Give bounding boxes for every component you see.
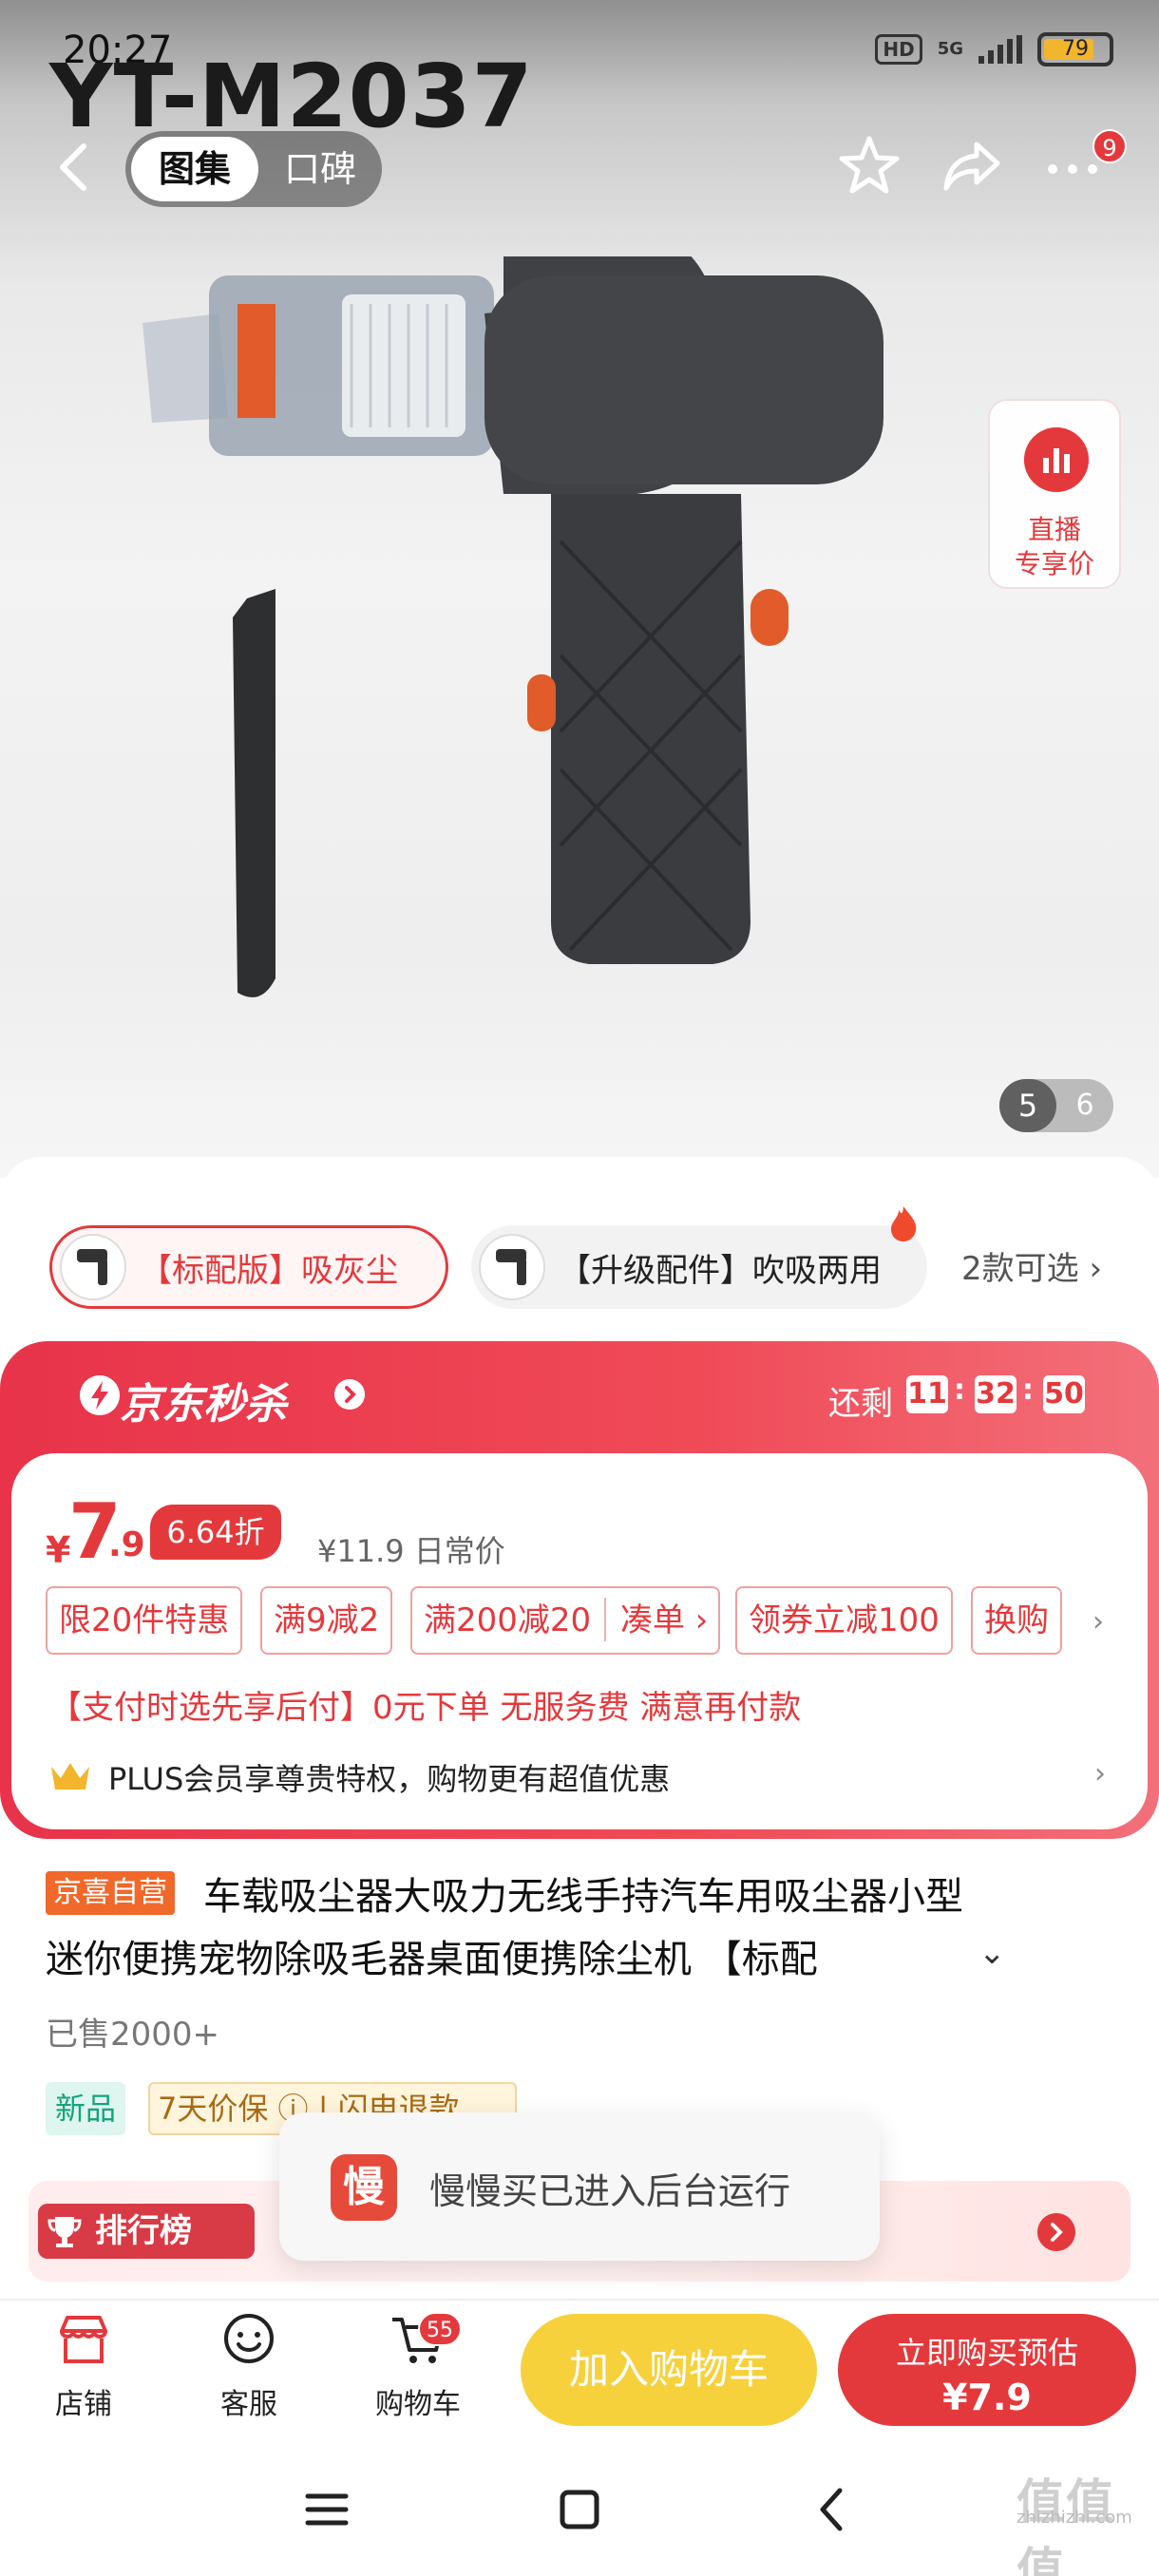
- product-image: [142, 256, 884, 997]
- chat-smile-icon: [224, 2314, 274, 2363]
- price-currency: ¥: [46, 1529, 71, 1571]
- promo-coudan-link[interactable]: 凑单 ›: [620, 1601, 708, 1639]
- battery-icon: 79: [1037, 32, 1113, 66]
- plus-member-text[interactable]: PLUS会员享尊贵特权，购物更有超值优惠: [108, 1755, 670, 1799]
- exclusive-price-label: 专享价: [1014, 548, 1094, 579]
- crown-icon: [51, 1763, 89, 1790]
- promo-more-chevron[interactable]: ›: [1092, 1605, 1104, 1638]
- live-label: 直播: [1027, 514, 1081, 545]
- app-logo-icon: 慢: [331, 2154, 397, 2221]
- promo-coupon-100[interactable]: 领券立减100: [735, 1586, 953, 1655]
- variant-upgrade[interactable]: 【升级配件】吹吸两用: [471, 1225, 927, 1309]
- plus-chevron[interactable]: ›: [1094, 1757, 1106, 1790]
- variant-label: 【标配版】吸灰尘: [140, 1251, 398, 1290]
- service-label: 客服: [220, 2388, 277, 2421]
- favorite-star-icon[interactable]: [836, 133, 902, 199]
- shop-icon: [60, 2316, 107, 2363]
- shop-label: 店铺: [55, 2388, 112, 2421]
- chevron-right-icon[interactable]: [334, 1379, 365, 1410]
- tab-gallery[interactable]: 图集: [131, 137, 258, 201]
- toast-message: 慢慢买已进入后台运行: [429, 2170, 791, 2212]
- promo-trade-in[interactable]: 换购: [971, 1586, 1062, 1655]
- expand-title-icon[interactable]: ⌄: [978, 1934, 1006, 1972]
- buy-now-button[interactable]: 立即购买预估 ¥7.9: [838, 2314, 1136, 2426]
- discount-badge: 6.64折: [150, 1505, 281, 1560]
- cart-count-badge: 55: [418, 2312, 462, 2346]
- countdown-colon: :: [1022, 1373, 1034, 1407]
- self-operated-tag: 京喜自营: [46, 1871, 175, 1915]
- pager-total: 6: [1075, 1089, 1094, 1122]
- battery-level: 79: [1062, 37, 1089, 61]
- add-to-cart-button[interactable]: 加入购物车: [521, 2314, 817, 2426]
- signal-icon: [978, 35, 1022, 64]
- site-watermark: zhizhizhi.com: [1016, 2508, 1132, 2528]
- promo-200-minus-20[interactable]: 满200减20 凑单 ›: [410, 1586, 720, 1655]
- live-price-entry[interactable]: 直播 专享价: [988, 399, 1121, 589]
- menu-icon[interactable]: [298, 2481, 355, 2538]
- cart-label: 购物车: [375, 2388, 461, 2421]
- back-nav-icon[interactable]: [804, 2481, 861, 2538]
- shop-button[interactable]: 店铺: [27, 2310, 141, 2424]
- variant-standard[interactable]: 【标配版】吸灰尘: [49, 1225, 448, 1309]
- toast-notification: 慢 慢慢买已进入后台运行: [279, 2112, 880, 2261]
- price-decimal: .9: [108, 1525, 145, 1564]
- promo-9-minus-2[interactable]: 满9减2: [260, 1586, 393, 1655]
- pay-later-notice[interactable]: 【支付时选先享后付】0元下单 无服务费 满意再付款: [49, 1681, 801, 1728]
- buy-now-label: 立即购买预估: [895, 2335, 1078, 2371]
- variant-more-link[interactable]: 2款可选 ›: [961, 1242, 1102, 1289]
- seckill-title[interactable]: 京东秒杀: [120, 1370, 287, 1430]
- promo-text: 满200减20: [424, 1601, 592, 1639]
- home-icon[interactable]: [551, 2481, 608, 2538]
- product-title-line-2: 迷你便携宠物除吸毛器桌面便携除尘机 【标配: [46, 1938, 818, 1981]
- customer-service-button[interactable]: 客服: [192, 2310, 306, 2424]
- seckill-flash-icon: [80, 1375, 120, 1415]
- network-5g-icon: 5G: [937, 39, 963, 59]
- back-icon[interactable]: [49, 141, 99, 194]
- product-title-line-1: 车载吸尘器大吸力无线手持汽车用吸尘器小型: [203, 1875, 963, 1919]
- promo-limit-20[interactable]: 限20件特惠: [46, 1586, 243, 1655]
- variant-thumbnail: [60, 1234, 126, 1300]
- status-icons: HD 5G 79: [875, 32, 1113, 66]
- countdown-seconds: 50: [1043, 1375, 1085, 1413]
- chevron-right-icon[interactable]: [1037, 2213, 1075, 2251]
- sold-count: 已售2000+: [46, 2016, 220, 2054]
- gallery-pager: 5 6: [999, 1079, 1113, 1132]
- gallery-tabs: 图集 口碑: [125, 131, 382, 207]
- share-icon[interactable]: [939, 133, 1005, 199]
- variant-label: 【升级配件】吹吸两用: [559, 1251, 882, 1290]
- tab-reviews[interactable]: 口碑: [264, 137, 376, 201]
- promo-divider: [604, 1598, 606, 1641]
- pager-current: 5: [999, 1079, 1056, 1132]
- original-price: ¥11.9 日常价: [317, 1533, 505, 1569]
- live-price-label: 直播 专享价: [990, 513, 1119, 581]
- countdown-colon: :: [954, 1373, 965, 1407]
- live-chart-icon: [1024, 427, 1089, 492]
- new-product-tag: 新品: [46, 2082, 126, 2135]
- countdown-label: 还剩: [828, 1385, 893, 1423]
- buy-now-price: ¥7.9: [942, 2377, 1032, 2418]
- countdown-minutes: 32: [975, 1375, 1016, 1413]
- countdown-hours: 11: [906, 1375, 948, 1413]
- hot-fire-icon: [891, 1206, 917, 1241]
- variant-thumbnail: [479, 1234, 545, 1300]
- message-badge: 9: [1092, 129, 1127, 163]
- trophy-icon: [48, 2217, 82, 2247]
- hd-icon: HD: [875, 34, 922, 65]
